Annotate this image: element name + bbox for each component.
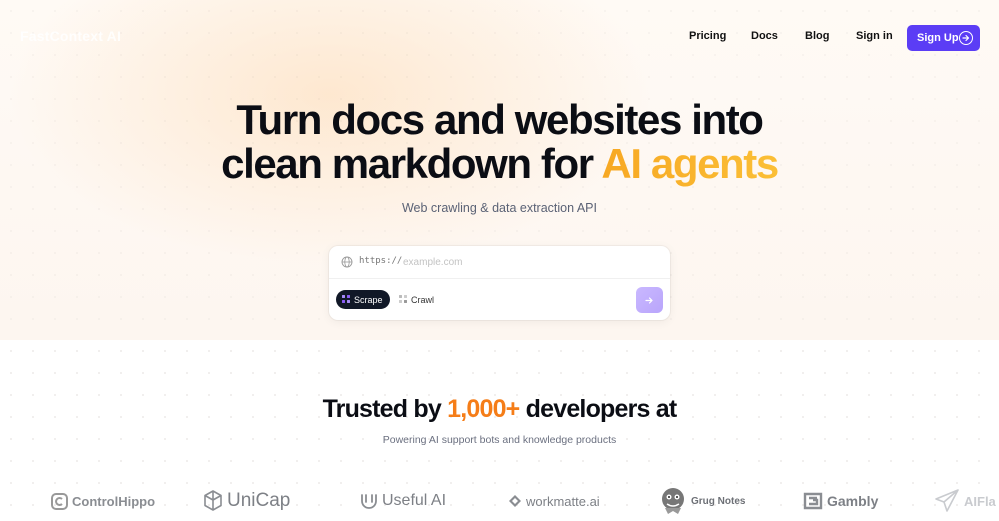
site-logo[interactable]: FastContext AI	[20, 28, 121, 44]
logo-label: workmatte.ai	[526, 493, 600, 509]
arrow-right-icon	[645, 296, 653, 304]
logo-label: AIFla	[964, 493, 996, 509]
gambly-icon	[803, 492, 823, 510]
arrow-right-circle-icon	[959, 31, 973, 45]
grid-icon	[342, 295, 350, 303]
mode-toggle-crawl[interactable]: Crawl	[398, 290, 444, 309]
crawl-icon	[399, 295, 407, 303]
nav-link-docs[interactable]: Docs	[751, 30, 778, 42]
url-prefix: https://	[359, 256, 403, 266]
hero-subtitle: Web crawling & data extraction API	[401, 201, 597, 215]
workmatte-icon	[509, 495, 521, 507]
trusted-heading: Trusted by 1,000+ developers at	[0, 395, 999, 424]
globe-icon	[341, 256, 353, 268]
nav-link-pricing[interactable]: Pricing	[689, 30, 726, 42]
url-input[interactable]	[403, 254, 653, 270]
logo-label: ControlHippo	[72, 493, 156, 509]
submit-button[interactable]	[636, 287, 663, 313]
hero-title-line-1: Turn docs and websites into	[236, 96, 764, 143]
hero-title-line-2: clean markdown for AI agents	[0, 142, 999, 186]
customer-logo-controlhippo: ControlHippo	[51, 486, 155, 516]
mode-scrape-label: Scrape	[354, 294, 383, 305]
nav-link-sign-in[interactable]: Sign in	[856, 30, 893, 42]
customer-logo-workmatte: workmatte.ai	[508, 486, 600, 516]
logo-label: UniCap	[227, 490, 291, 511]
sign-up-button[interactable]: Sign Up	[907, 25, 980, 51]
paper-plane-icon	[935, 489, 959, 512]
logo-label: Grug Notes	[691, 495, 746, 507]
sign-up-label: Sign Up	[917, 32, 959, 44]
customer-logo-grug-notes: Grug Notes	[659, 486, 745, 516]
trusted-subtitle: Powering AI support bots and knowledge p…	[382, 434, 617, 446]
customer-logo-useful-ai: Useful AI	[360, 486, 446, 516]
customer-logo-unicap: UniCap	[203, 486, 290, 516]
logo-label: Useful AI	[382, 492, 447, 509]
mode-crawl-label: Crawl	[411, 294, 435, 305]
trusted-suffix: developers at	[519, 395, 678, 423]
customer-logo-gambly: Gambly	[803, 486, 878, 516]
customer-logo-aifla: AIFla	[934, 486, 996, 516]
controlhippo-icon	[51, 492, 68, 510]
hero-title: Turn docs and websites into clean markdo…	[0, 98, 999, 186]
hero-title-accent: AI agents	[601, 140, 779, 187]
logo-label: Gambly	[827, 493, 879, 509]
mode-toggle-scrape[interactable]: Scrape	[336, 290, 390, 309]
unicap-cube-icon	[204, 490, 222, 511]
trusted-prefix: Trusted by	[322, 395, 448, 423]
useful-ai-icon	[361, 494, 377, 509]
url-input-row: https://	[329, 246, 670, 279]
grug-face-icon	[662, 488, 684, 514]
trusted-count: 1,000+	[447, 395, 520, 423]
hero-title-line-2-prefix: clean markdown for	[221, 140, 602, 187]
nav-link-blog[interactable]: Blog	[805, 30, 829, 42]
